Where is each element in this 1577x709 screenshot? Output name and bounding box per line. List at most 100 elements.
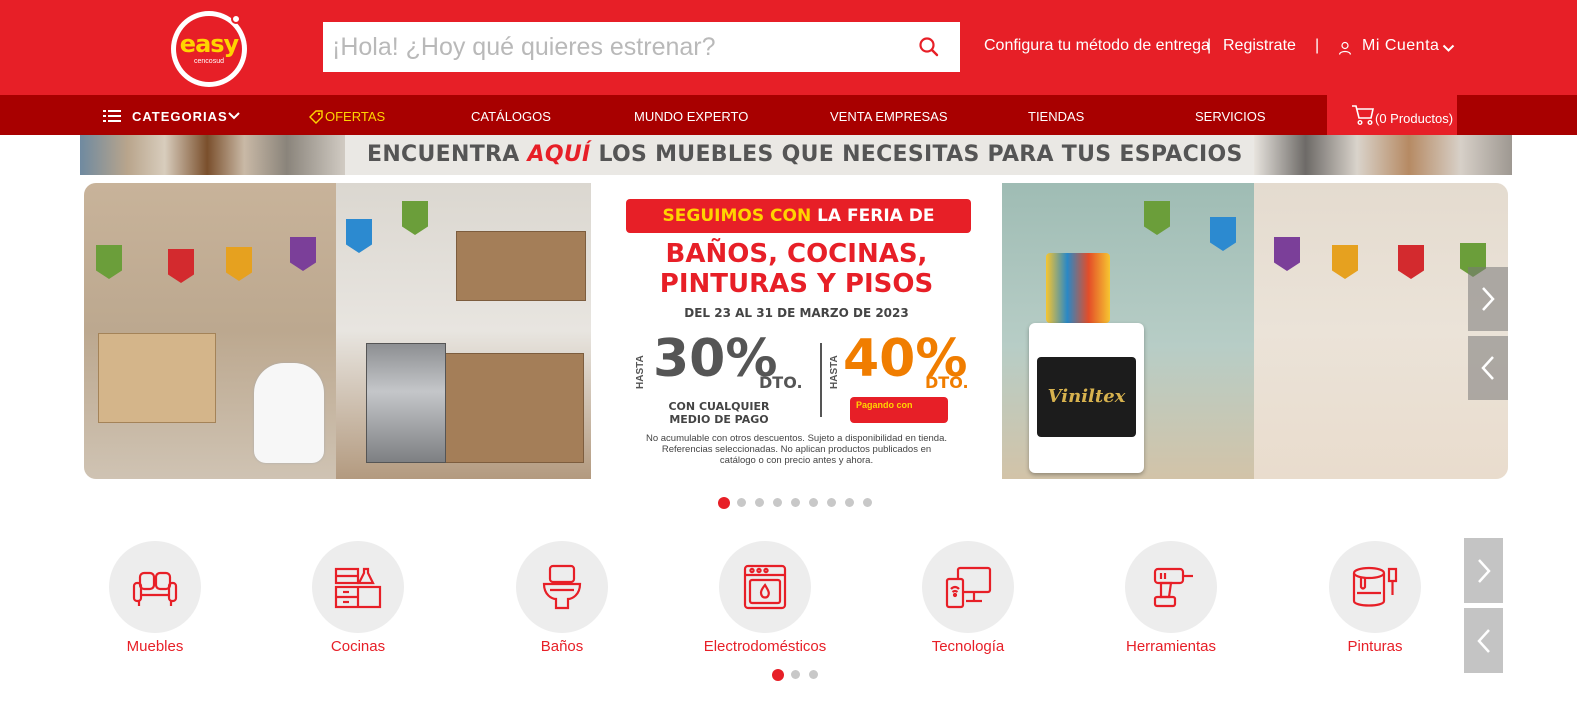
- category-circle: [922, 541, 1014, 633]
- tag-icon: [309, 110, 323, 124]
- nav-catalogos[interactable]: CATÁLOGOS: [471, 109, 551, 124]
- oven-icon: [743, 564, 787, 610]
- carousel-dot[interactable]: [809, 498, 818, 507]
- hasta-label: HASTA: [635, 355, 646, 389]
- bucket-brand: Viniltex: [1037, 357, 1136, 437]
- carousel-dot[interactable]: [845, 498, 854, 507]
- hero-carousel-slide[interactable]: SEGUIMOS CON LA FERIA DE BAÑOS, COCINAS,…: [84, 183, 1508, 479]
- carousel-dot[interactable]: [755, 498, 764, 507]
- search-icon[interactable]: [918, 36, 940, 58]
- carousel-dot[interactable]: [718, 497, 730, 509]
- site-header: easy cencosud Configura tu método de ent…: [0, 0, 1577, 95]
- logo-subtitle: cencosud: [194, 58, 224, 65]
- devices-icon: [945, 566, 992, 609]
- promo-dates: DEL 23 AL 31 DE MARZO DE 2023: [684, 306, 909, 320]
- category-muebles[interactable]: Muebles: [85, 541, 225, 661]
- disclaimer-line1: No acumulable con otros descuentos. Suje…: [645, 433, 948, 444]
- carousel-dot[interactable]: [827, 498, 836, 507]
- categories-dot[interactable]: [809, 670, 818, 679]
- category-circle: [516, 541, 608, 633]
- category-label: Pinturas: [1347, 638, 1403, 655]
- header-separator: |: [1315, 37, 1320, 54]
- carousel-prev-button[interactable]: [1468, 336, 1508, 400]
- paint-can-image: [1046, 253, 1110, 323]
- category-cocinas[interactable]: Cocinas: [288, 541, 428, 661]
- category-circle: [1329, 541, 1421, 633]
- paint-bucket-image: Viniltex: [1029, 323, 1144, 473]
- dto-label: DTO.: [925, 373, 969, 392]
- promo-banner-text: ENCUENTRA AQUÍ LOS MUEBLES QUE NECESITAS…: [367, 142, 1243, 167]
- promo-text-part1: ENCUENTRA: [367, 142, 528, 167]
- list-icon: [103, 110, 121, 122]
- category-circle: [719, 541, 811, 633]
- disclaimer-line2: Referencias seleccionadas. No aplican pr…: [661, 444, 932, 455]
- promo-center-panel: SEGUIMOS CON LA FERIA DE BAÑOS, COCINAS,…: [591, 183, 1002, 479]
- easy-logo[interactable]: easy cencosud: [171, 11, 247, 87]
- carousel-next-button[interactable]: [1468, 267, 1508, 331]
- payment-note-line1: CON CUALQUIER: [668, 400, 770, 413]
- promo-title: BAÑOS, COCINAS, PINTURAS Y PISOS: [591, 239, 1002, 299]
- categories-dot[interactable]: [791, 670, 800, 679]
- search-input[interactable]: [323, 22, 903, 72]
- category-pinturas[interactable]: Pinturas: [1305, 541, 1445, 661]
- category-herramientas[interactable]: Herramientas: [1101, 541, 1241, 661]
- nav-servicios[interactable]: SERVICIOS: [1195, 109, 1266, 124]
- category-electrodomesticos[interactable]: Electrodomésticos: [695, 541, 835, 661]
- dto-label: DTO.: [759, 373, 803, 392]
- category-circle: [312, 541, 404, 633]
- categories-prev-button[interactable]: [1464, 608, 1503, 673]
- payment-note-line2: MEDIO DE PAGO: [669, 413, 769, 426]
- category-label: Baños: [540, 638, 584, 655]
- delivery-method-link[interactable]: Configura tu método de entrega: [984, 37, 1210, 55]
- cart-button[interactable]: (0 Productos): [1327, 95, 1457, 135]
- hasta-label: HASTA: [829, 355, 840, 389]
- my-account-link[interactable]: Mi Cuenta: [1362, 37, 1439, 55]
- categories-label: CATEGORIAS: [132, 109, 228, 124]
- categories-next-button[interactable]: [1464, 538, 1503, 603]
- paint-bucket-icon: [1352, 566, 1398, 607]
- category-banos[interactable]: Baños: [492, 541, 632, 661]
- main-nav: CATEGORIAS OFERTAS CATÁLOGOS MUNDO EXPER…: [0, 95, 1577, 135]
- disclaimer-line3: catálogo o con precio antes y ahora.: [719, 455, 874, 466]
- category-label: Herramientas: [1125, 638, 1217, 655]
- nav-mundo-experto[interactable]: MUNDO EXPERTO: [634, 109, 748, 124]
- floor-photo: [1254, 183, 1508, 479]
- kitchen-icon: [334, 567, 382, 609]
- promo-ribbon: SEGUIMOS CON LA FERIA DE: [626, 199, 971, 233]
- categories-dot[interactable]: [772, 669, 784, 681]
- carousel-dot[interactable]: [773, 498, 782, 507]
- pagando-badge: Pagando con: [850, 397, 948, 423]
- furniture-promo-banner[interactable]: ENCUENTRA AQUÍ LOS MUEBLES QUE NECESITAS…: [80, 135, 1512, 175]
- carousel-dot[interactable]: [791, 498, 800, 507]
- logo-dot: [231, 14, 241, 24]
- category-circle: [1125, 541, 1217, 633]
- furniture-photo-left: [80, 135, 345, 175]
- category-label: Muebles: [126, 638, 184, 655]
- register-link[interactable]: Registrate: [1223, 37, 1296, 55]
- header-separator: |: [1207, 37, 1212, 54]
- nav-ofertas-label: OFERTAS: [325, 109, 386, 124]
- toilet-image: [254, 363, 324, 463]
- carousel-dot[interactable]: [737, 498, 746, 507]
- logo-badge: easy cencosud: [176, 16, 242, 82]
- drill-icon: [1153, 567, 1193, 608]
- chevron-right-icon: [1477, 558, 1491, 583]
- nav-venta-empresas[interactable]: VENTA EMPRESAS: [830, 109, 948, 124]
- cart-count: (0 Productos): [1375, 111, 1454, 126]
- ribbon-text-white: LA FERIA DE: [817, 206, 935, 226]
- promo-title-line2: PINTURAS Y PISOS: [659, 269, 934, 299]
- promo-title-line1: BAÑOS, COCINAS,: [665, 239, 928, 269]
- chevron-down-icon[interactable]: [1442, 44, 1455, 53]
- promo-divider: [820, 343, 822, 417]
- nav-ofertas[interactable]: OFERTAS: [309, 109, 385, 124]
- chevron-right-icon: [1482, 287, 1495, 311]
- category-tecnologia[interactable]: Tecnología: [898, 541, 1038, 661]
- user-icon[interactable]: [1338, 41, 1352, 55]
- carousel-dot[interactable]: [863, 498, 872, 507]
- stove-image: [366, 343, 446, 463]
- kitchen-lower-cabinet: [444, 353, 584, 463]
- promo-text-part2: LOS MUEBLES QUE NECESITAS PARA TUS ESPAC…: [590, 142, 1243, 167]
- search-bar: [323, 22, 960, 72]
- nav-tiendas[interactable]: TIENDAS: [1028, 109, 1084, 124]
- chevron-down-icon: [228, 112, 240, 120]
